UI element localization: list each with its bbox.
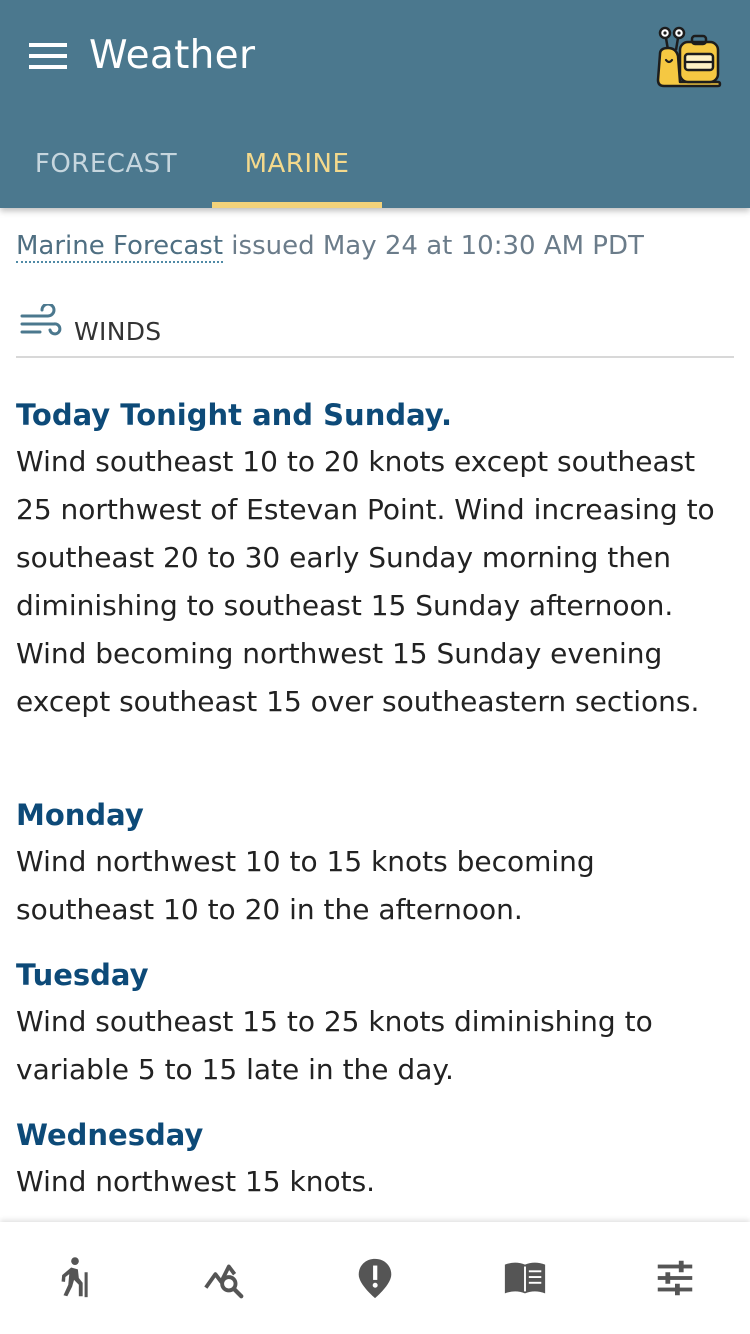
snail-mascot-icon	[656, 26, 722, 88]
forecast-period: Monday	[16, 798, 144, 832]
hamburger-menu-icon	[29, 43, 67, 69]
marine-forecast-link[interactable]: Marine Forecast	[16, 231, 224, 263]
section-title: WINDS	[74, 317, 162, 346]
app-title: Weather	[89, 33, 256, 78]
snail-mascot-button[interactable]	[654, 24, 724, 90]
forecast-period: Tuesday	[16, 958, 149, 992]
nav-settings[interactable]	[600, 1222, 750, 1334]
tab-marine[interactable]: MARINE	[212, 120, 382, 208]
book-icon	[504, 1262, 546, 1294]
forecast-text: Wind northwest 10 to 15 knots becoming s…	[16, 845, 595, 926]
chart-search-icon	[204, 1264, 244, 1299]
nav-trends[interactable]	[150, 1222, 300, 1334]
forecast-period: Today Tonight and Sunday.	[16, 398, 453, 432]
wind-icon	[20, 304, 62, 336]
nav-guide[interactable]	[450, 1222, 600, 1334]
forecast-block: Monday Wind northwest 10 to 15 knots bec…	[16, 792, 736, 934]
tab-forecast[interactable]: FORECAST	[0, 120, 212, 208]
section-header-winds: WINDS	[16, 304, 734, 358]
forecast-text: Wind southeast 15 to 25 knots diminishin…	[16, 1005, 653, 1086]
menu-button[interactable]	[22, 36, 74, 76]
issued-text: issued May 24 at 10:30 AM PDT	[223, 231, 644, 261]
app-bar: Weather FORECAST MARINE	[0, 0, 750, 208]
forecast-text: Wind southeast 10 to 20 knots except sou…	[16, 445, 715, 718]
nav-alerts[interactable]	[300, 1222, 450, 1334]
forecast-block: Wednesday Wind northwest 15 knots.	[16, 1112, 736, 1206]
sliders-icon	[657, 1260, 693, 1296]
forecast-block: Today Tonight and Sunday. Wind southeast…	[16, 392, 736, 726]
forecast-block: Tuesday Wind southeast 15 to 25 knots di…	[16, 952, 736, 1094]
active-tab-indicator	[212, 202, 382, 208]
forecast-text: Wind northwest 15 knots.	[16, 1165, 376, 1198]
forecast-period: Wednesday	[16, 1118, 204, 1152]
alert-icon	[358, 1258, 392, 1299]
hiker-icon	[61, 1257, 88, 1298]
nav-hike[interactable]	[0, 1222, 150, 1334]
bottom-nav	[0, 1222, 750, 1334]
issued-line: Marine Forecast issued May 24 at 10:30 A…	[16, 226, 644, 266]
